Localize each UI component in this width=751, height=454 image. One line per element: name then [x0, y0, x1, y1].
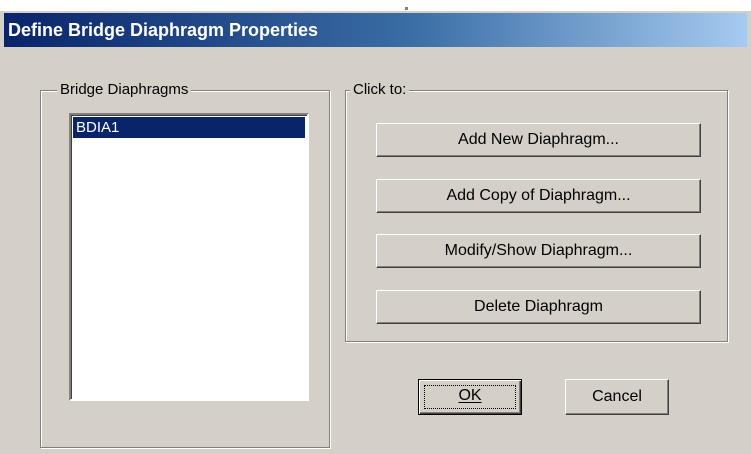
ok-button-label: OK: [458, 387, 482, 404]
bridge-diaphragms-group-label: Bridge Diaphragms: [57, 81, 192, 99]
list-item-bdia1[interactable]: BDIA1: [73, 117, 305, 138]
background-mark: [405, 7, 408, 10]
add-new-diaphragm-button[interactable]: Add New Diaphragm...: [376, 123, 701, 157]
background-strip: [0, 0, 751, 11]
dialog-body: Bridge Diaphragms BDIA1 Click to: Add Ne…: [4, 47, 747, 450]
dialog-window: Define Bridge Diaphragm Properties Bridg…: [0, 0, 751, 454]
window-title: Define Bridge Diaphragm Properties: [8, 20, 319, 40]
modify-show-diaphragm-button[interactable]: Modify/Show Diaphragm...: [376, 234, 701, 268]
click-to-group-label: Click to:: [350, 81, 410, 99]
add-copy-diaphragm-button[interactable]: Add Copy of Diaphragm...: [376, 179, 701, 213]
cancel-button[interactable]: Cancel: [565, 379, 669, 415]
delete-diaphragm-button[interactable]: Delete Diaphragm: [376, 290, 701, 324]
ok-button[interactable]: OK: [418, 379, 522, 415]
diaphragm-listbox[interactable]: BDIA1: [69, 113, 309, 401]
title-bar[interactable]: Define Bridge Diaphragm Properties: [4, 13, 747, 47]
